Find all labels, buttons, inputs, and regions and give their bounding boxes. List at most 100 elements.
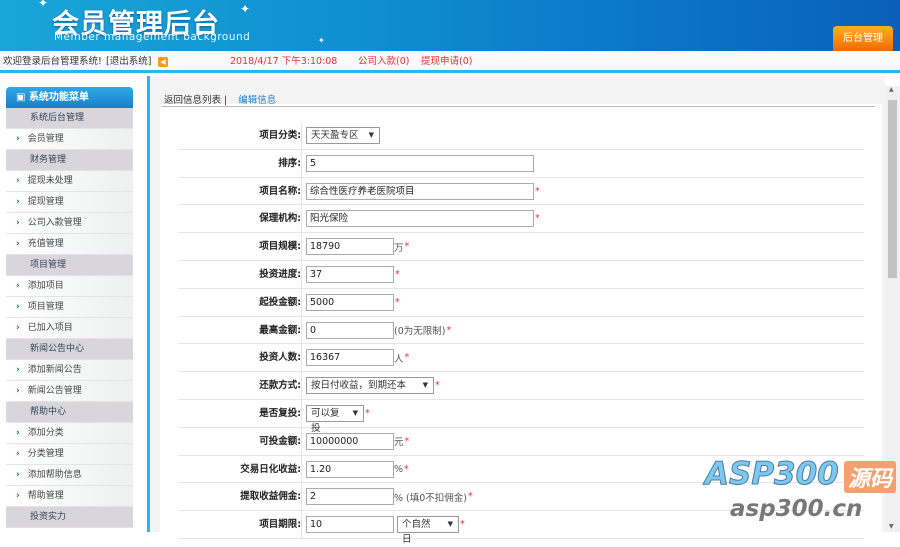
dropdown-arrow-icon: ▼	[352, 408, 358, 417]
sidebar-item[interactable]: › 添加项目	[6, 276, 133, 297]
field-value: 可以复投 ▼ *	[306, 404, 370, 434]
field-label: 是否复投:	[178, 399, 302, 428]
sidebar-item-label: 帮助管理	[27, 491, 64, 501]
dropdown-arrow-icon: ▼	[368, 131, 374, 139]
watermark-brand: ASP300	[705, 456, 840, 493]
scroll-down-icon[interactable]: ▼	[889, 523, 894, 530]
field-value: 18790 万 *	[306, 238, 410, 256]
field-value: 0 (0为无限制) *	[306, 321, 451, 339]
field-label: 交易日化收益:	[178, 455, 302, 484]
text-input[interactable]: 16367	[306, 349, 394, 367]
text-input[interactable]: 1.20	[306, 460, 394, 478]
required-marker: *	[404, 352, 410, 364]
field-label: 还款方式:	[178, 372, 302, 400]
chevron-right-icon: ›	[16, 218, 20, 228]
form-row: 项目名称: 综合性医疗养老医院项目 *	[178, 177, 864, 206]
sidebar-item[interactable]: › 已加入项目	[6, 318, 133, 339]
back-to-list-link[interactable]: 返回信息列表	[164, 95, 221, 106]
text-input[interactable]: 18790	[306, 238, 394, 256]
field-value: 10000000 元 *	[306, 432, 410, 450]
sidebar-item[interactable]: › 添加分类	[6, 423, 133, 444]
sidebar-item[interactable]: › 会员管理	[6, 129, 133, 150]
sparkle-icon: ✦	[318, 36, 325, 45]
sidebar-group-header[interactable]: 帮助中心	[6, 402, 133, 423]
form-row: 投资人数: 16367 人 *	[178, 344, 864, 373]
field-value: 1.20% *	[306, 460, 409, 478]
sidebar-group-header[interactable]: 投资实力	[6, 507, 133, 528]
required-marker: *	[435, 380, 440, 392]
sidebar-item-label: 会员管理	[27, 134, 64, 144]
sidebar-item[interactable]: › 帮助管理	[6, 486, 133, 507]
text-input[interactable]: 10000000	[306, 432, 394, 450]
scrollbar-thumb[interactable]	[888, 100, 897, 278]
chevron-right-icon: ›	[16, 197, 20, 207]
field-value: 2% (填0不扣佣金) *	[306, 488, 473, 506]
required-marker: *	[468, 491, 473, 503]
field-hint: %	[394, 463, 404, 475]
form-row: 项目规模: 18790 万 *	[178, 233, 864, 261]
sidebar-header: ▣ 系统功能菜单	[6, 87, 133, 108]
admin-button[interactable]: 后台管理	[833, 26, 893, 51]
chevron-right-icon: ›	[16, 428, 20, 438]
select-field[interactable]: 按日付收益，到期还本 ▼	[306, 377, 434, 395]
select-field[interactable]: 可以复投 ▼	[306, 404, 364, 434]
datetime: 2018/4/17 下午3:10:08	[230, 56, 338, 67]
required-marker: *	[395, 268, 400, 280]
required-marker: *	[404, 435, 410, 447]
sidebar-item-label: 充值管理	[27, 239, 64, 249]
sidebar-item[interactable]: › 公司入款管理	[6, 213, 133, 234]
required-marker: *	[535, 213, 540, 225]
form-row: 项目分类: 天天盈专区 ▼	[178, 122, 864, 150]
sidebar-group-header[interactable]: 系统后台管理	[6, 108, 133, 129]
sidebar-item-label: 项目管理	[27, 302, 64, 312]
logout-link[interactable]: [退出系统]	[106, 51, 151, 73]
text-input[interactable]: 5000	[306, 293, 394, 311]
field-label: 项目规模:	[178, 233, 302, 261]
field-hint: (0为无限制)	[394, 326, 446, 338]
form-row: 是否复投: 可以复投 ▼ *	[178, 399, 864, 434]
form-row: 排序: 5	[178, 149, 864, 178]
sidebar-item-label: 添加分类	[27, 428, 64, 438]
dropdown-arrow-icon: ▼	[422, 381, 428, 390]
sidebar-group-header[interactable]: 财务管理	[6, 150, 133, 171]
sidebar-item-label: 添加帮助信息	[27, 470, 82, 480]
required-marker: *	[404, 241, 410, 253]
text-input[interactable]: 综合性医疗养老医院项目	[306, 182, 534, 200]
withdraw-request-link[interactable]: 提现申请(0)	[421, 51, 472, 73]
text-input[interactable]: 10	[306, 516, 394, 534]
field-label: 项目分类:	[178, 122, 302, 150]
scroll-up-icon[interactable]: ▲	[889, 86, 894, 93]
chevron-right-icon: ›	[16, 365, 20, 375]
sidebar-item[interactable]: › 分类管理	[6, 444, 133, 465]
sidebar-item[interactable]: › 充值管理	[6, 234, 133, 255]
sidebar-item-label: 项目管理	[30, 260, 67, 270]
sidebar: ▣ 系统功能菜单 系统后台管理 › 会员管理 财务管理 › 提现未处理 › 提现管理 › 公司入款…	[6, 87, 133, 528]
text-input[interactable]: 0	[306, 321, 394, 339]
text-input[interactable]: 5	[306, 154, 534, 172]
text-input[interactable]: 37	[306, 265, 394, 283]
sidebar-item-label: 已加入项目	[27, 323, 73, 333]
field-value: 天天盈专区 ▼	[306, 127, 380, 144]
tab-divider	[162, 106, 875, 107]
sidebar-group-header[interactable]: 项目管理	[6, 255, 133, 276]
sidebar-item[interactable]: › 提现管理	[6, 192, 133, 213]
sidebar-item[interactable]: › 添加新闻公告	[6, 360, 133, 381]
field-label: 项目期限:	[178, 511, 302, 539]
sidebar-group-header[interactable]: 新闻公告中心	[6, 339, 133, 360]
edit-info-tab[interactable]: 编辑信息	[238, 95, 276, 106]
field-value: 按日付收益，到期还本 ▼ *	[306, 377, 440, 395]
sidebar-item-label: 新闻公告中心	[30, 344, 85, 354]
text-input[interactable]: 阳光保险	[306, 210, 534, 228]
sidebar-item[interactable]: › 添加帮助信息	[6, 465, 133, 486]
sidebar-item[interactable]: › 提现未处理	[6, 171, 133, 192]
unit-select[interactable]: 个自然日 ▼	[397, 516, 459, 545]
sound-icon[interactable]: ◀	[158, 57, 168, 67]
text-input[interactable]: 2	[306, 488, 394, 506]
sidebar-item[interactable]: › 项目管理	[6, 297, 133, 318]
company-deposit-link[interactable]: 公司入款(0)	[358, 51, 409, 73]
sidebar-item[interactable]: › 新闻公告管理	[6, 381, 133, 402]
watermark-url: asp300.cn	[730, 496, 863, 522]
sparkle-icon: ✦	[240, 2, 251, 16]
field-label: 投资人数:	[178, 344, 302, 373]
select-field[interactable]: 天天盈专区 ▼	[306, 127, 380, 144]
